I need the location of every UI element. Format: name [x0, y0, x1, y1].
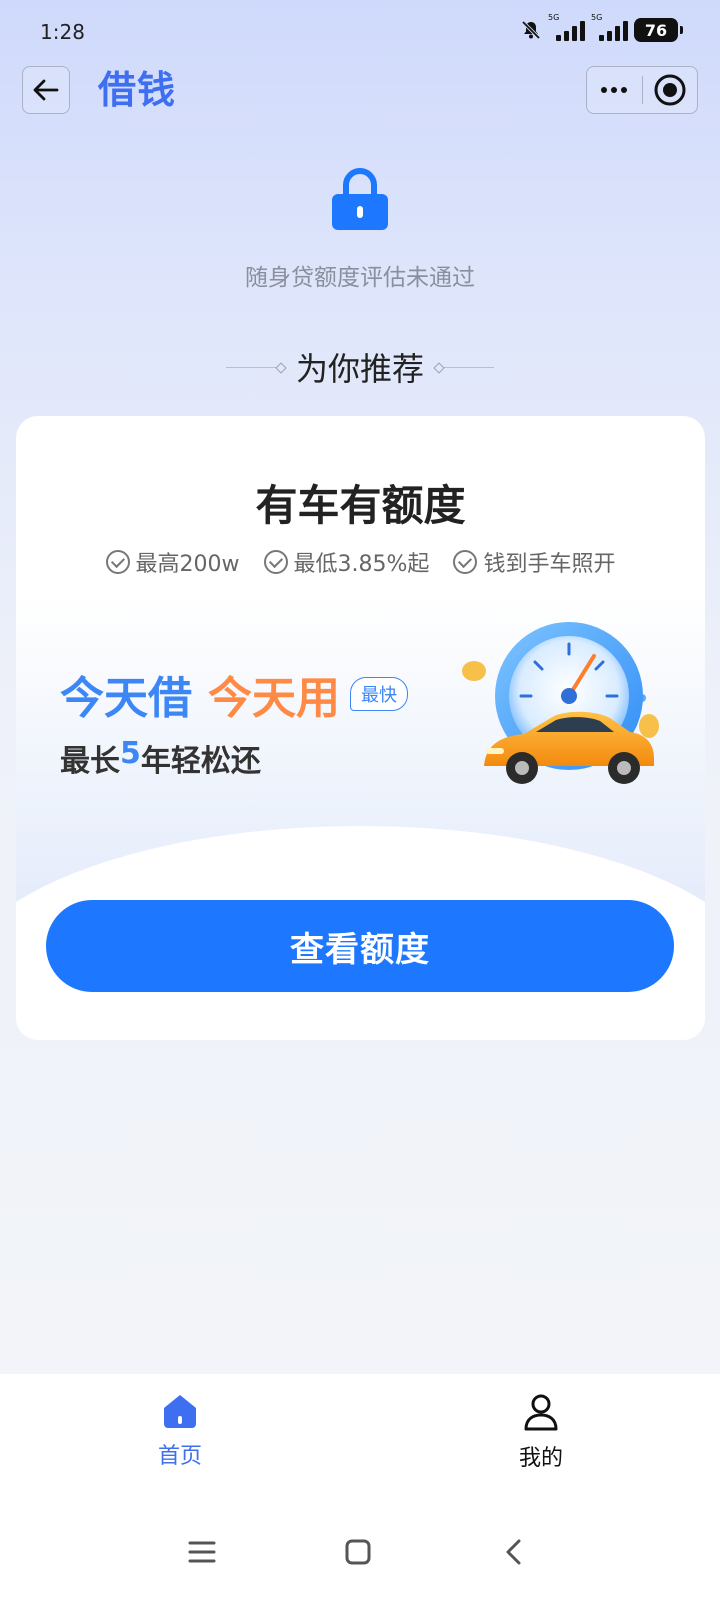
mute-bell-icon	[521, 20, 541, 40]
arrow-left-icon	[33, 79, 59, 101]
lock-icon	[332, 168, 388, 230]
feature-item: 钱到手车照开	[453, 546, 615, 578]
menu-button[interactable]	[180, 1530, 224, 1574]
home-button[interactable]	[336, 1530, 380, 1574]
feature-item: 最低3.85%起	[263, 546, 430, 578]
miniapp-capsule	[586, 66, 698, 114]
system-nav-bar	[0, 1510, 720, 1600]
battery-level: 76	[644, 20, 668, 40]
tab-mine-label: 我的	[518, 1446, 563, 1471]
network-type-2: 5G	[591, 13, 603, 22]
menu-icon	[188, 1541, 216, 1563]
repayment-term: 最长 5 年轻松还	[60, 736, 261, 780]
check-circle-icon	[105, 550, 130, 574]
chevron-left-icon	[506, 1539, 521, 1565]
status-bar: 1:28 5G 5G 76	[0, 0, 720, 64]
tab-home-label: 首页	[157, 1444, 202, 1469]
term-prefix: 最长	[60, 744, 120, 779]
network-type-1: 5G	[548, 13, 560, 22]
recommend-heading: 为你推荐	[295, 350, 424, 388]
term-suffix: 年轻松还	[140, 744, 261, 779]
page-title: 借钱	[98, 68, 177, 112]
system-back-button[interactable]	[492, 1530, 536, 1574]
divider-left	[225, 366, 282, 368]
more-button[interactable]	[587, 87, 642, 93]
view-credit-limit-button[interactable]: 查看额度	[46, 900, 674, 992]
feature-label: 最低3.85%起	[293, 552, 430, 577]
back-button[interactable]	[22, 66, 70, 114]
promo-slogan: 今天借 今天用 最快	[60, 662, 408, 726]
car-loan-card[interactable]: 有车有额度 最高200w 最低3.85%起 钱到手车照开 今天借 今天用 最快 …	[16, 416, 705, 1040]
feature-list: 最高200w 最低3.85%起 钱到手车照开	[16, 546, 705, 578]
home-icon	[164, 1395, 196, 1428]
record-target-icon	[654, 74, 686, 106]
divider-right	[438, 366, 494, 368]
card-title: 有车有额度	[255, 481, 466, 530]
status-time: 1:28	[40, 20, 85, 44]
check-circle-icon	[263, 550, 288, 574]
fastest-badge: 最快	[350, 677, 408, 711]
speedometer-car-illustration	[462, 622, 659, 784]
tab-bar: 首页 我的	[0, 1374, 720, 1510]
feature-label: 最高200w	[135, 552, 240, 577]
term-years: 5	[120, 736, 141, 771]
assessment-failed-text: 随身贷额度评估未通过	[245, 265, 475, 291]
tab-home[interactable]: 首页	[120, 1392, 240, 1470]
square-home-icon	[345, 1539, 371, 1565]
promo-use-today: 今天用	[208, 673, 340, 724]
promo-borrow-today: 今天借	[60, 673, 192, 724]
check-circle-icon	[453, 550, 478, 574]
close-miniapp-button[interactable]	[642, 73, 697, 107]
battery-icon: 76	[634, 18, 683, 42]
signal-1-icon: 5G	[548, 13, 585, 41]
more-dots-icon	[601, 87, 608, 93]
signal-2-icon: 5G	[591, 13, 628, 41]
feature-label: 钱到手车照开	[483, 552, 616, 577]
user-icon	[524, 1394, 558, 1431]
feature-item: 最高200w	[105, 546, 240, 578]
status-icons: 5G 5G 76	[520, 13, 683, 42]
tab-mine[interactable]: 我的	[481, 1392, 601, 1472]
recommend-heading-row: 为你推荐	[0, 344, 720, 390]
